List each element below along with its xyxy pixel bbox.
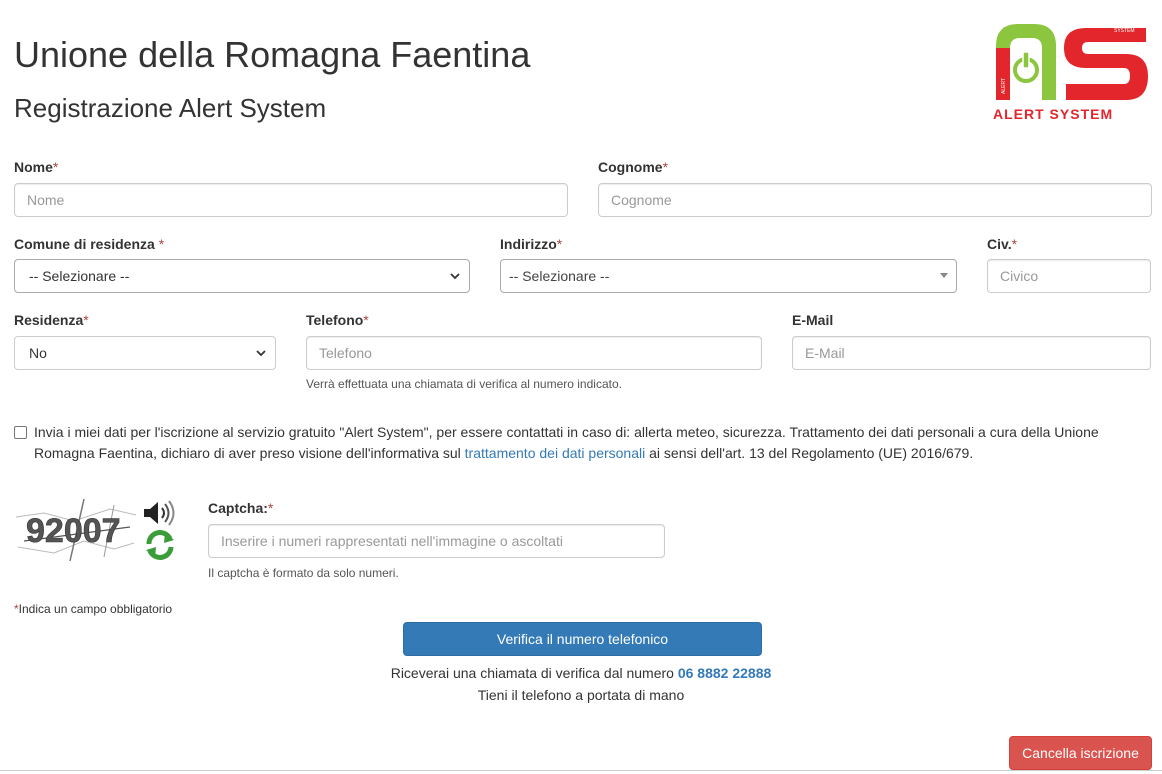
- civico-input[interactable]: [987, 259, 1151, 293]
- civico-label: Civ.*: [987, 236, 1018, 252]
- residenza-select[interactable]: No: [14, 336, 276, 370]
- logo-wordmark: ALERT SYSTEM: [993, 106, 1113, 122]
- bottom-divider: [0, 770, 1162, 771]
- captcha-image: 92007: [14, 497, 138, 563]
- telefono-help: Verrà effettuata una chiamata di verific…: [306, 377, 622, 391]
- indirizzo-select[interactable]: -- Selezionare --: [500, 259, 957, 293]
- svg-text:ALERT: ALERT: [1001, 78, 1007, 94]
- email-label: E-Mail: [792, 312, 834, 328]
- cognome-input[interactable]: [598, 183, 1152, 217]
- caret-down-icon: [940, 273, 948, 278]
- required-note: *Indica un campo obbligatorio: [14, 602, 173, 616]
- captcha-help: Il captcha è formato da solo numeri.: [208, 566, 399, 580]
- consent-block: Invia i miei dati per l'iscrizione al se…: [14, 422, 1154, 464]
- verify-phone-button[interactable]: Verifica il numero telefonico: [403, 622, 762, 656]
- cancel-subscription-button[interactable]: Cancella iscrizione: [1009, 736, 1152, 770]
- captcha-text: 92007: [26, 512, 121, 550]
- call-info: Riceverai una chiamata di verifica dal n…: [390, 665, 772, 703]
- speaker-icon[interactable]: [142, 498, 178, 528]
- residenza-select-value: No: [29, 345, 47, 361]
- comune-select[interactable]: -- Selezionare --: [14, 259, 470, 293]
- refresh-icon[interactable]: [143, 528, 177, 562]
- cognome-label: Cognome*: [598, 159, 669, 175]
- privacy-link[interactable]: trattamento dei dati personali: [465, 445, 646, 461]
- consent-checkbox[interactable]: [14, 426, 27, 439]
- chevron-down-icon: [450, 273, 460, 280]
- email-input[interactable]: [792, 336, 1151, 370]
- page-title: Unione della Romagna Faentina: [14, 34, 531, 75]
- captcha-label: Captcha:*: [208, 500, 274, 516]
- telefono-label: Telefono*: [306, 312, 369, 328]
- comune-label: Comune di residenza *: [14, 236, 165, 252]
- consent-text: Invia i miei dati per l'iscrizione al se…: [34, 424, 1099, 461]
- indirizzo-select-value: -- Selezionare --: [509, 268, 610, 284]
- alert-system-logo: SYSTEM ALERT ALERT SYSTEM: [990, 18, 1152, 126]
- nome-input[interactable]: [14, 183, 568, 217]
- indirizzo-label: Indirizzo*: [500, 236, 563, 252]
- chevron-down-icon: [256, 350, 266, 357]
- logo-system-small: SYSTEM: [1114, 28, 1135, 34]
- page-subtitle: Registrazione Alert System: [14, 93, 327, 123]
- nome-label: Nome*: [14, 159, 59, 175]
- telefono-input[interactable]: [306, 336, 762, 370]
- comune-select-value: -- Selezionare --: [29, 268, 130, 284]
- captcha-input[interactable]: [208, 524, 665, 558]
- call-number: 06 8882 22888: [677, 665, 772, 681]
- residenza-label: Residenza*: [14, 312, 89, 328]
